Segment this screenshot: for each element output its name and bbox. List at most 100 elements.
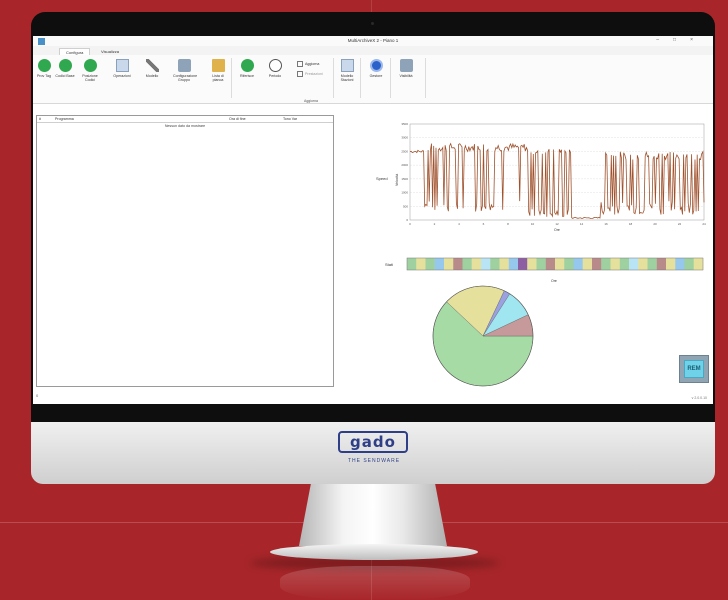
pie-slices [432,285,534,387]
bar-label: Stati [385,262,393,267]
status-segment [582,258,593,270]
status-segment [434,258,445,270]
group-label: Aggiorna [303,99,318,103]
x-tick-label: 24 [702,222,706,226]
gear-icon [177,59,191,72]
codici-base-button[interactable]: Codici Base [54,59,76,78]
y-tick-label: 2000 [401,163,408,167]
status-segment [573,258,583,270]
periodo-button[interactable]: Periodo [264,59,286,78]
status-segment [490,258,500,270]
x-tick-label: 4 [458,222,460,226]
status-segment [444,258,454,270]
ribbon-tabs: Configura Visualizza [33,46,713,56]
aggiorna-checkbox[interactable]: Aggiorna [297,61,319,67]
y-tick-label: 0 [406,218,408,222]
close-button[interactable]: × [690,37,707,43]
status-segment [407,258,417,270]
ribbon-separator [360,58,361,98]
play-icon [240,59,254,72]
rem-label[interactable]: REM [684,360,704,378]
y-tick-label: 500 [403,204,408,208]
posizione-codici-button[interactable]: Posizione Codici [79,59,101,82]
column-header-ora-di-fine[interactable]: Ora di fine [229,116,246,122]
riferisce-button[interactable]: Riferisce [236,59,258,78]
status-segment [527,258,537,270]
timeline-xlabel: Ore [554,228,560,232]
minimize-button[interactable]: – [656,37,673,43]
document-icon [115,59,129,72]
checkbox-icon[interactable] [297,61,303,67]
blue-circle-icon [369,59,383,72]
checkbox-icon[interactable] [297,71,303,77]
prestazioni-checkbox[interactable]: Prestazioni [297,71,323,77]
gestore-button[interactable]: Gestore [365,59,387,78]
stand-reflection [280,566,470,600]
clock-icon [268,59,282,72]
program-list-header: # Programma Ora di fine Tono Var [37,116,333,123]
status-segment [453,258,463,270]
app-window: MultiArchiveX 2 - Piano 1 –□× Configura … [33,36,713,404]
tab-visualizza[interactable]: Visualizza [95,48,125,55]
rem-button[interactable]: REM [679,355,709,383]
y-tick-label: 1000 [401,191,408,195]
status-segment [471,258,482,270]
x-tick-label: 0 [409,222,411,226]
column-header-tono-var[interactable]: Tono Var [283,116,297,122]
column-header-programma[interactable]: Programma [55,116,74,122]
status-segment [693,258,704,270]
window-title: MultiArchiveX 2 - Piano 1 [347,38,399,43]
timeline-ylabel: Speed [376,176,388,181]
green-circle-icon [37,59,51,72]
status-segment [545,258,556,270]
status-left: 0 [36,393,39,398]
status-segment [425,258,435,270]
status-segment [601,258,611,270]
x-tick-label: 20 [653,222,657,226]
configurazione-gruppo-button[interactable]: Configurazione Gruppo [173,59,197,82]
webcam-icon [371,22,374,25]
tools-icon [145,59,159,72]
modello-stazioni-button[interactable]: Modello Stazioni [336,59,358,82]
x-tick-label: 10 [531,222,535,226]
y-tick-label: 3000 [401,136,408,140]
prov-tag-button[interactable]: Prov Tag [33,59,55,78]
ribbon-toolbar: Prov Tag Codici Base Posizione Codici Op… [33,55,713,104]
x-tick-label: 8 [507,222,509,226]
status-segment [610,258,620,270]
status-segment [629,258,639,270]
program-list: # Programma Ora di fine Tono Var Nessun … [36,115,334,387]
status-segment [481,258,491,270]
status-segment [416,258,426,270]
x-tick-label: 22 [678,222,682,226]
lista-di-pianoa-button[interactable]: Lista di pianoa [207,59,229,82]
status-segment [656,258,667,270]
operazioni-button[interactable]: Operazioni [111,59,133,78]
visibilita-button[interactable]: Visibilità [395,59,417,78]
green-circle-icon [58,59,72,72]
x-tick-label: 12 [555,222,559,226]
x-tick-label: 18 [629,222,633,226]
maximize-button[interactable]: □ [673,37,690,43]
monitor-stand-base [270,544,478,560]
x-tick-label: 2 [434,222,436,226]
y-tick-label: 1500 [401,177,408,181]
status-segments [407,258,704,270]
brand-tagline: THE SENDWARE [347,458,401,464]
status-segment [684,258,694,270]
status-segment [555,258,565,270]
empty-list-message: Nessun dato da mostrare [164,124,206,128]
ribbon-separator [231,58,232,98]
gear-icon [399,59,413,72]
window-controls[interactable]: –□× [656,37,707,43]
status-version: v 2.0.0.10 [691,396,707,400]
column-header-index[interactable]: # [39,116,41,122]
ribbon-separator [390,58,391,98]
timeline-axis-label: Velocità [395,174,399,186]
status-segment [499,258,509,270]
modello-button[interactable]: Modello [141,59,163,78]
status-segment [619,258,630,270]
status-segment [675,258,685,270]
speed-timeline-chart: 0500100015002000250030003500 0 2 4 6 8 10 12 14… [376,122,706,232]
y-tick-label: 3500 [401,122,408,126]
